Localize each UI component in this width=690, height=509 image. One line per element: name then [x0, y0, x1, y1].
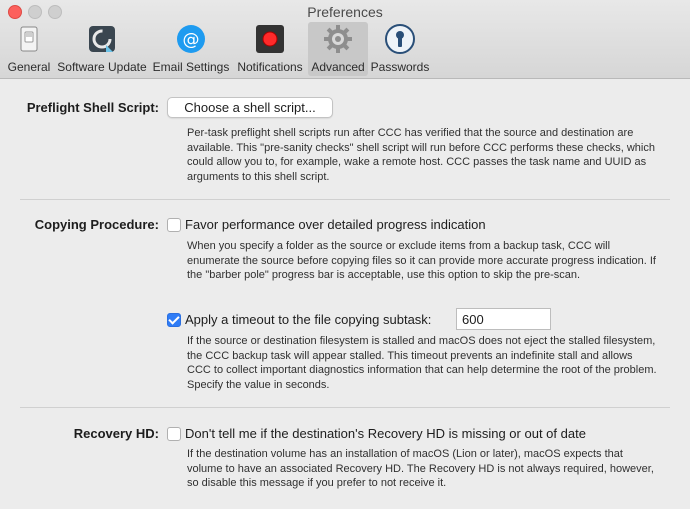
section-divider: [20, 199, 670, 200]
svg-text:@: @: [183, 30, 200, 50]
preflight-description: Per-task preflight shell scripts run aft…: [187, 127, 655, 183]
timeout-checkbox[interactable]: [167, 313, 181, 327]
tab-general-label: General: [7, 60, 51, 74]
recovery-hd-checkbox-label[interactable]: Don't tell me if the destination's Recov…: [185, 426, 586, 441]
record-button-icon: [255, 24, 285, 54]
choose-shell-script-button[interactable]: Choose a shell script...: [167, 97, 333, 118]
recovery-hd-description: If the destination volume has an install…: [187, 448, 654, 489]
tab-passwords-label: Passwords: [370, 60, 430, 74]
favor-performance-description: When you specify a folder as the source …: [187, 240, 656, 281]
tab-notifications-label: Notifications: [237, 60, 303, 74]
tab-email-settings[interactable]: @ Email Settings: [151, 22, 231, 76]
tab-email-settings-label: Email Settings: [152, 60, 230, 74]
toolbar: Preferences General Software Update @ Em…: [0, 0, 690, 79]
timeout-label[interactable]: Apply a timeout to the file copying subt…: [185, 312, 431, 327]
ccc-update-icon: [87, 24, 117, 54]
timeout-description: If the source or destination filesystem …: [187, 335, 657, 391]
gear-icon: [323, 24, 353, 54]
favor-performance-label[interactable]: Favor performance over detailed progress…: [185, 217, 486, 232]
section-divider: [20, 407, 670, 408]
preferences-window: Preferences General Software Update @ Em…: [0, 0, 690, 509]
tab-software-update-label: Software Update: [57, 60, 147, 74]
window-title: Preferences: [307, 4, 383, 20]
switch-icon: [14, 24, 44, 54]
tab-passwords[interactable]: Passwords: [370, 22, 430, 76]
recovery-hd-checkbox[interactable]: [167, 427, 181, 441]
advanced-pane: Preflight Shell Script: Choose a shell s…: [0, 79, 690, 509]
recovery-hd-label: Recovery HD:: [73, 426, 159, 441]
tab-advanced-label: Advanced: [311, 60, 365, 74]
copying-procedure-label: Copying Procedure:: [34, 217, 159, 232]
at-sign-icon: @: [176, 24, 206, 54]
tab-software-update[interactable]: Software Update: [56, 22, 148, 76]
timeout-seconds-input[interactable]: [456, 308, 551, 330]
favor-performance-checkbox[interactable]: [167, 218, 181, 232]
preflight-label: Preflight Shell Script:: [26, 100, 159, 115]
keyhole-icon: [385, 24, 415, 54]
tab-advanced[interactable]: Advanced: [308, 22, 368, 76]
tab-general[interactable]: General: [4, 22, 54, 76]
tab-notifications[interactable]: Notifications: [235, 22, 305, 76]
